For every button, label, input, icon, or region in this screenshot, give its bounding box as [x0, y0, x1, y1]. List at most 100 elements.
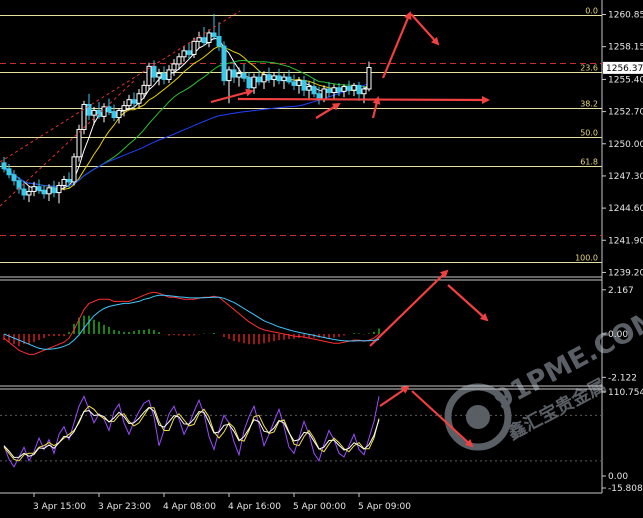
fib-label-0: 0.0: [585, 7, 598, 16]
forex-chart: 91PME.COM 鑫汇宝贵金属 0.023.638.250.061.8100.…: [0, 0, 643, 512]
stoch-tick-label-0: 110.7549: [608, 388, 643, 398]
candle-body: [326, 88, 332, 94]
arrow-stoch-up: [379, 385, 410, 407]
candle-body: [286, 76, 292, 83]
candle-body: [56, 184, 62, 194]
candle-body: [231, 69, 237, 78]
price-tick-label-1: 1258.15: [608, 43, 643, 53]
candle-body: [101, 106, 107, 117]
stoch-d-line: [3, 405, 380, 462]
time-label-5: 5 Apr 09:00: [358, 502, 411, 512]
candle-body: [121, 105, 127, 111]
candle-body: [71, 156, 77, 183]
candle-body: [126, 99, 132, 107]
candle-body: [116, 109, 122, 119]
candle-body: [186, 50, 192, 55]
candle-body: [161, 72, 167, 80]
candle-body: [236, 72, 242, 78]
candle-body: [171, 63, 177, 71]
candle-body: [106, 106, 112, 113]
arrow-support-touch-1: [315, 102, 341, 119]
time-label-1: 3 Apr 23:00: [98, 502, 151, 512]
candle-body: [261, 74, 267, 83]
candle-body: [301, 80, 307, 91]
candle-body: [1, 162, 7, 170]
price-tick-label-3: 1252.70: [608, 108, 643, 118]
resistance-lines: [0, 63, 602, 236]
candle-body: [151, 65, 157, 78]
candle-body: [306, 86, 312, 91]
candle-body: [181, 50, 187, 58]
candle-body: [21, 188, 27, 196]
arrow-left-support: [210, 88, 254, 104]
time-label-3: 4 Apr 16:00: [228, 502, 281, 512]
candle-body: [226, 69, 232, 82]
price-tick-label-8: 1239.20: [608, 268, 643, 278]
candle-body: [251, 76, 257, 89]
fib-label-5: 100.0: [575, 254, 598, 263]
candle-body: [176, 56, 182, 65]
arrow-macd-down: [447, 284, 489, 322]
price-tick-label-4: 1250.00: [608, 140, 643, 150]
candle-body: [366, 67, 372, 90]
candle-body: [166, 69, 172, 80]
candle-body: [156, 72, 162, 78]
arrow-price-down: [410, 13, 440, 46]
price-tick-label-2: 1255.40: [608, 75, 643, 85]
candle-body: [331, 87, 337, 94]
candle-body: [346, 86, 352, 91]
candle-body: [221, 45, 227, 82]
candle-body: [61, 179, 67, 186]
fib-label-1: 23.6: [580, 64, 598, 73]
candle-body: [66, 179, 72, 183]
candle-body: [196, 37, 202, 42]
candle-body: [321, 88, 327, 101]
price-axis: 1260.85 1258.15 1255.40 1252.70 1250.00 1247.…: [602, 11, 643, 494]
candle-body: [111, 111, 117, 119]
time-label-2: 4 Apr 08:00: [163, 502, 216, 512]
candle-body: [341, 86, 347, 92]
candle-body: [351, 84, 357, 91]
arrow-stoch-down: [411, 390, 474, 448]
candle-body: [336, 87, 342, 92]
candle-body: [201, 37, 207, 44]
candle-body: [296, 80, 302, 86]
candle-body: [46, 187, 52, 195]
stoch-tick-label-1: 0.00: [608, 472, 628, 482]
macd-tick-label-2: -2.122: [608, 373, 637, 383]
macd-tick-label-1: 0.00: [608, 330, 628, 340]
macd-panel: [3, 291, 380, 355]
time-axis: 3 Apr 15:00 3 Apr 23:00 4 Apr 08:00 4 Apr 1…: [33, 493, 411, 512]
candle-body: [271, 75, 277, 80]
ma-20-line: [3, 59, 370, 187]
candle-body: [191, 40, 197, 55]
candle-body: [311, 86, 317, 95]
moving-averages: [3, 37, 370, 192]
candle-body: [356, 84, 362, 95]
candle-body: [141, 84, 147, 95]
arrow-horizontal-support: [237, 95, 490, 104]
candle-body: [281, 76, 287, 82]
price-tick-label-5: 1247.30: [608, 172, 643, 182]
candle-body: [241, 72, 247, 79]
macd-line: [3, 291, 380, 355]
ma-10-line: [3, 45, 370, 190]
arrow-macd-up: [369, 269, 449, 347]
watermark-logo-core: [466, 405, 490, 429]
price-tick-label-6: 1244.60: [608, 204, 643, 214]
candle-body: [266, 74, 272, 80]
macd-tick-label-0: 2.167: [608, 286, 634, 296]
candle-body: [211, 32, 217, 38]
candle-body: [76, 128, 82, 158]
arrow-price-up: [381, 11, 412, 79]
candle-body: [51, 187, 57, 194]
candle-body: [216, 36, 222, 47]
channel-upper-line: [0, 10, 241, 163]
candle-body: [246, 77, 252, 89]
candle-body: [91, 109, 97, 116]
candle-body: [131, 99, 137, 104]
panel-frames: [0, 0, 603, 494]
candle-body: [291, 81, 297, 86]
candle-body: [81, 103, 87, 130]
stoch-k-line: [3, 395, 380, 468]
